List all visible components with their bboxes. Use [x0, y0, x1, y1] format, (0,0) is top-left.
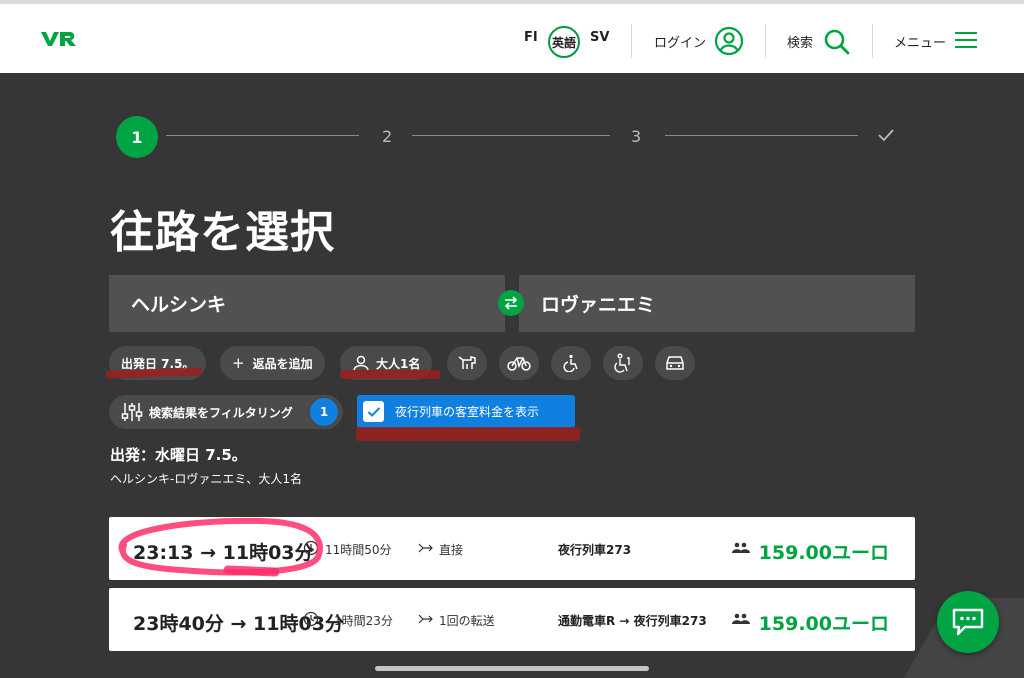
step-1-active: 1 [116, 116, 158, 158]
header-divider [631, 24, 632, 58]
top-header: FI 英語 SV ログイン 検索 メニュー [0, 0, 1024, 73]
wheelchair-filter-button[interactable] [551, 346, 591, 380]
filter-results-chip[interactable]: 検索結果をフィルタリング [109, 395, 343, 429]
vr-logo[interactable] [40, 28, 78, 50]
search-label[interactable]: 検索 [787, 32, 813, 51]
checkmark-icon [367, 406, 380, 417]
occupancy-icon [732, 542, 750, 553]
car-transport-filter-button[interactable] [655, 346, 695, 380]
night-train-toggle-label: 夜行列車の客室料金を表示 [395, 405, 540, 419]
route-connection-icon [418, 543, 433, 553]
login-label[interactable]: ログイン [654, 32, 706, 51]
user-icon[interactable] [714, 26, 744, 56]
car-icon [666, 356, 684, 370]
add-return-label: 返品を追加 [252, 356, 313, 371]
assistance-filter-button[interactable] [603, 346, 643, 380]
home-indicator [375, 666, 649, 671]
train-type: 夜行列車273 [558, 543, 632, 557]
chat-button[interactable] [937, 591, 999, 653]
filter-count-badge: 1 [310, 398, 338, 426]
step-connector [665, 135, 858, 136]
step-connector [412, 135, 610, 136]
bicycle-filter-button[interactable] [499, 346, 539, 380]
departure-subtitle: ヘルシンキ-ロヴァニエミ、大人1名 [110, 472, 302, 486]
step-connector [166, 135, 359, 136]
clock-icon [303, 611, 319, 627]
page: FI 英語 SV ログイン 検索 メニュー 1 2 3 往路を選択 ヘルシンキ … [0, 0, 1024, 678]
step-3: 3 [631, 127, 642, 146]
departure-heading: 出発：水曜日 7.5。 [110, 446, 247, 464]
journey-duration: 11時間50分 [325, 543, 392, 557]
wheelchair-icon [563, 354, 578, 372]
connection-type: 直接 [439, 543, 464, 557]
chat-bubble-icon [952, 608, 984, 636]
origin-station-field[interactable]: ヘルシンキ [109, 275, 505, 332]
swap-arrows-icon [504, 296, 518, 310]
step-2: 2 [382, 127, 393, 146]
dog-icon [458, 356, 476, 369]
route-connection-icon [418, 614, 433, 624]
bicycle-icon [507, 357, 531, 371]
person-icon [353, 355, 369, 371]
lang-sv-link[interactable]: SV [590, 30, 609, 45]
night-train-checkbox[interactable] [363, 401, 384, 422]
annotation-underline [356, 427, 580, 441]
accessibility-assist-icon [614, 353, 630, 373]
destination-station-field[interactable]: ロヴァニエミ [519, 275, 915, 332]
lang-fi-link[interactable]: FI [524, 30, 538, 45]
step-complete-check-icon [878, 129, 894, 142]
connection-type: 1回の転送 [439, 614, 495, 628]
annotation-circle [118, 517, 323, 577]
sliders-icon [121, 403, 143, 421]
hamburger-menu-icon[interactable] [955, 31, 977, 49]
journey-price: 159.00ユーロ [758, 613, 889, 635]
journey-result-card[interactable]: 23時40分 → 11時03分 1時間23分 1回の転送 通勤電車R → 夜行列… [109, 588, 915, 651]
search-icon[interactable] [823, 28, 851, 56]
annotation-underline [340, 370, 440, 379]
page-title: 往路を選択 [110, 207, 335, 258]
lang-english-active[interactable]: 英語 [548, 26, 580, 58]
journey-price: 159.00ユーロ [758, 542, 889, 564]
filter-results-label: 検索結果をフィルタリング [149, 405, 293, 420]
occupancy-icon [732, 613, 750, 624]
plus-icon: + [232, 354, 245, 372]
menu-label[interactable]: メニュー [894, 32, 946, 51]
journey-duration: 1時間23分 [334, 614, 393, 628]
header-divider [872, 24, 873, 58]
passengers-label: 大人1名 [376, 356, 421, 371]
pet-filter-button[interactable] [447, 346, 487, 380]
add-return-chip[interactable]: + 返品を追加 [220, 346, 325, 380]
header-divider [765, 24, 766, 58]
train-type: 通勤電車R → 夜行列車273 [558, 614, 707, 628]
swap-stations-button[interactable] [498, 290, 524, 316]
night-train-cabin-toggle[interactable]: 夜行列車の客室料金を表示 [357, 395, 575, 428]
